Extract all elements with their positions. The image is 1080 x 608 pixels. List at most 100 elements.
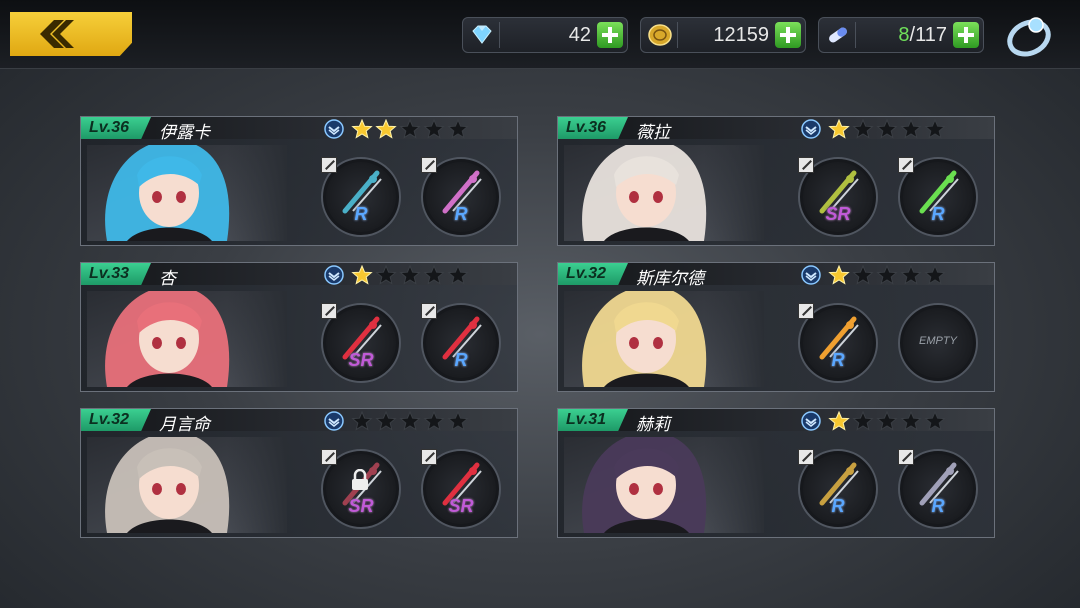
star-rating <box>828 265 948 285</box>
star-rating <box>828 411 948 431</box>
star-empty-icon <box>852 411 874 431</box>
character-portrait <box>564 291 764 387</box>
star-empty-icon <box>375 411 397 431</box>
weapon-slot[interactable]: R <box>798 303 878 383</box>
character-portrait <box>564 145 764 241</box>
portrait-art <box>582 145 707 241</box>
star-empty-icon <box>924 411 946 431</box>
stamina-currency: 8/117 <box>818 17 984 53</box>
star-empty-icon <box>423 265 445 285</box>
weapon-slot[interactable]: SR <box>421 449 501 529</box>
level-badge: Lv.36 <box>558 117 628 139</box>
star-empty-icon <box>399 265 421 285</box>
character-name: 伊露卡 <box>159 123 210 143</box>
stamina-count: 8/117 <box>898 24 947 46</box>
star-filled-icon <box>828 119 850 139</box>
rarity-label: R <box>931 496 945 516</box>
character-name: 月言命 <box>159 415 210 435</box>
rarity-label: R <box>454 350 468 370</box>
star-filled-icon <box>828 265 850 285</box>
star-empty-icon <box>924 119 946 139</box>
star-empty-icon <box>876 411 898 431</box>
weapon-slot[interactable]: SR <box>321 449 401 529</box>
rarity-label: SR <box>348 350 374 370</box>
weapon-slot[interactable]: R <box>421 157 501 237</box>
star-empty-icon <box>423 119 445 139</box>
gold-currency: 12159 <box>640 17 806 53</box>
chevron-left-icon <box>40 20 74 48</box>
star-empty-icon <box>447 119 469 139</box>
ring-menu-icon[interactable] <box>1004 12 1054 58</box>
rank-chevron-icon <box>801 411 821 431</box>
level-badge: Lv.32 <box>558 263 628 285</box>
rank-chevron-icon <box>324 411 344 431</box>
portrait-art <box>582 437 707 533</box>
weapon-slot[interactable]: R <box>321 157 401 237</box>
star-empty-icon <box>447 411 469 431</box>
star-filled-icon <box>351 265 373 285</box>
star-empty-icon <box>900 411 922 431</box>
star-empty-icon <box>351 411 373 431</box>
rank-chevron-icon <box>324 119 344 139</box>
character-name: 薇拉 <box>636 123 670 143</box>
back-button[interactable] <box>10 12 132 56</box>
rarity-label: R <box>831 496 845 516</box>
star-empty-icon <box>900 119 922 139</box>
portrait-art <box>105 291 230 387</box>
level-badge: Lv.32 <box>81 409 151 431</box>
rank-chevron-icon <box>801 119 821 139</box>
character-portrait <box>87 145 287 241</box>
lock-icon <box>352 469 368 490</box>
rank-chevron-icon <box>801 265 821 285</box>
star-empty-icon <box>852 265 874 285</box>
star-rating <box>828 119 948 139</box>
star-empty-icon <box>876 265 898 285</box>
star-empty-icon <box>399 411 421 431</box>
rarity-label: SR <box>348 496 374 516</box>
portrait-art <box>582 291 707 387</box>
add-gold-button[interactable] <box>775 22 801 48</box>
star-empty-icon <box>924 265 946 285</box>
star-rating <box>351 265 471 285</box>
add-stamina-button[interactable] <box>953 22 979 48</box>
character-card[interactable]: Lv.36 伊露卡 R R <box>80 116 518 246</box>
character-portrait <box>87 291 287 387</box>
star-empty-icon <box>375 265 397 285</box>
character-name: 赫莉 <box>636 415 670 435</box>
weapon-slot[interactable]: R <box>421 303 501 383</box>
character-portrait <box>564 437 764 533</box>
level-badge: Lv.33 <box>81 263 151 285</box>
star-filled-icon <box>351 119 373 139</box>
rank-chevron-icon <box>324 265 344 285</box>
add-diamond-button[interactable] <box>597 22 623 48</box>
star-filled-icon <box>375 119 397 139</box>
level-badge: Lv.31 <box>558 409 628 431</box>
character-card[interactable]: Lv.36 薇拉 SR R <box>557 116 995 246</box>
diamond-count: 42 <box>568 24 591 46</box>
portrait-art <box>105 145 230 241</box>
star-empty-icon <box>423 411 445 431</box>
character-name: 杏 <box>159 269 176 289</box>
weapon-slot[interactable]: R <box>898 449 978 529</box>
character-card[interactable]: Lv.32 斯库尔德 R EMPTY <box>557 262 995 392</box>
diamond-currency: 42 <box>462 17 628 53</box>
weapon-slot[interactable]: R <box>798 449 878 529</box>
rarity-label: SR <box>448 496 474 516</box>
portrait-art <box>105 437 230 533</box>
weapon-slot[interactable]: SR <box>798 157 878 237</box>
rarity-label: R <box>831 350 845 370</box>
rarity-label: R <box>354 204 368 224</box>
top-bar: 42 12159 8/117 <box>0 0 1080 69</box>
rarity-label: R <box>454 204 468 224</box>
weapon-slot[interactable]: EMPTY <box>898 303 978 383</box>
level-badge: Lv.36 <box>81 117 151 139</box>
character-card[interactable]: Lv.31 赫莉 R R <box>557 408 995 538</box>
star-rating <box>351 411 471 431</box>
character-card[interactable]: Lv.33 杏 SR R <box>80 262 518 392</box>
star-rating <box>351 119 471 139</box>
character-name: 斯库尔德 <box>636 269 704 289</box>
weapon-slot[interactable]: R <box>898 157 978 237</box>
character-card[interactable]: Lv.32 月言命 SR SR <box>80 408 518 538</box>
weapon-slot[interactable]: SR <box>321 303 401 383</box>
rarity-label: SR <box>825 204 851 224</box>
